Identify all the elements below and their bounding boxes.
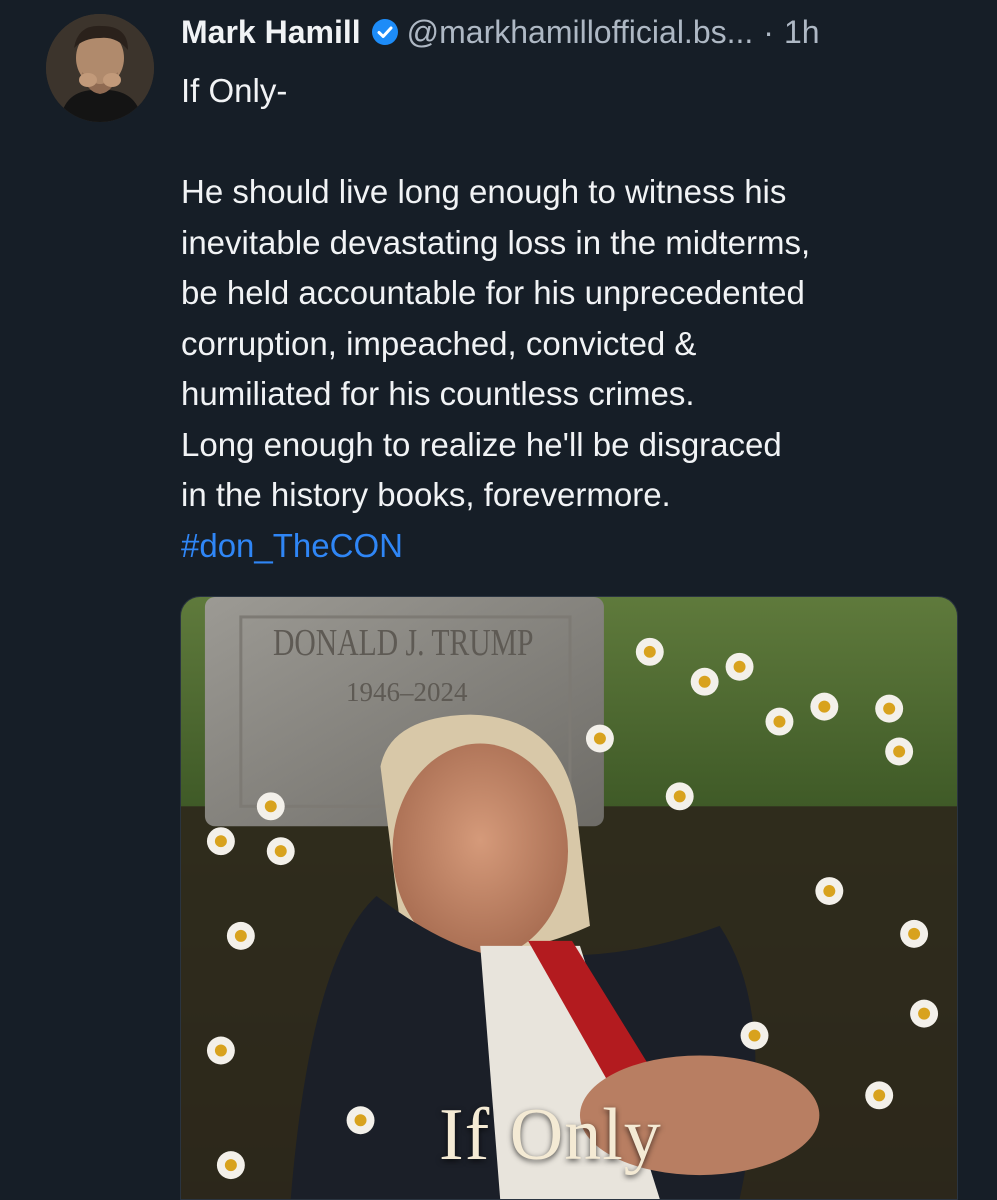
post-timestamp[interactable]: 1h [784, 14, 820, 51]
post-body: If Only- He should live long enough to w… [181, 66, 981, 571]
image-caption: If Only [439, 1094, 662, 1176]
author-display-name[interactable]: Mark Hamill [181, 14, 361, 51]
post-line: corruption, impeached, convicted & [181, 324, 697, 362]
headstone-years: 1946–2024 [346, 677, 468, 707]
post-line: humiliated for his countless crimes. [181, 375, 695, 412]
post-title-line: If Only- [181, 72, 288, 109]
post-line: inevitable devastating loss in the midte… [181, 223, 811, 261]
separator-dot: · [763, 13, 774, 50]
post-line: Long enough to realize he'll be disgrace… [181, 425, 782, 463]
post-line: in the history books, forevermore. [181, 476, 671, 513]
avatar-photo [46, 14, 154, 122]
post-line: He should live long enough to witness hi… [181, 173, 787, 210]
headstone-name: DONALD J. TRUMP [273, 622, 534, 664]
hashtag-link[interactable]: #don_TheCON [181, 527, 403, 564]
author-handle[interactable]: @markhamillofficial.bs... [407, 14, 754, 51]
post-image[interactable]: DONALD J. TRUMP 1946–2024 If Only [180, 596, 958, 1200]
verified-badge-icon [371, 18, 399, 46]
post-line: be held accountable for his unprecedente… [181, 274, 805, 311]
avatar[interactable] [46, 14, 154, 122]
post: Mark Hamill @markhamillofficial.bs... · … [0, 0, 997, 1200]
post-header: Mark Hamill @markhamillofficial.bs... · … [181, 12, 967, 52]
